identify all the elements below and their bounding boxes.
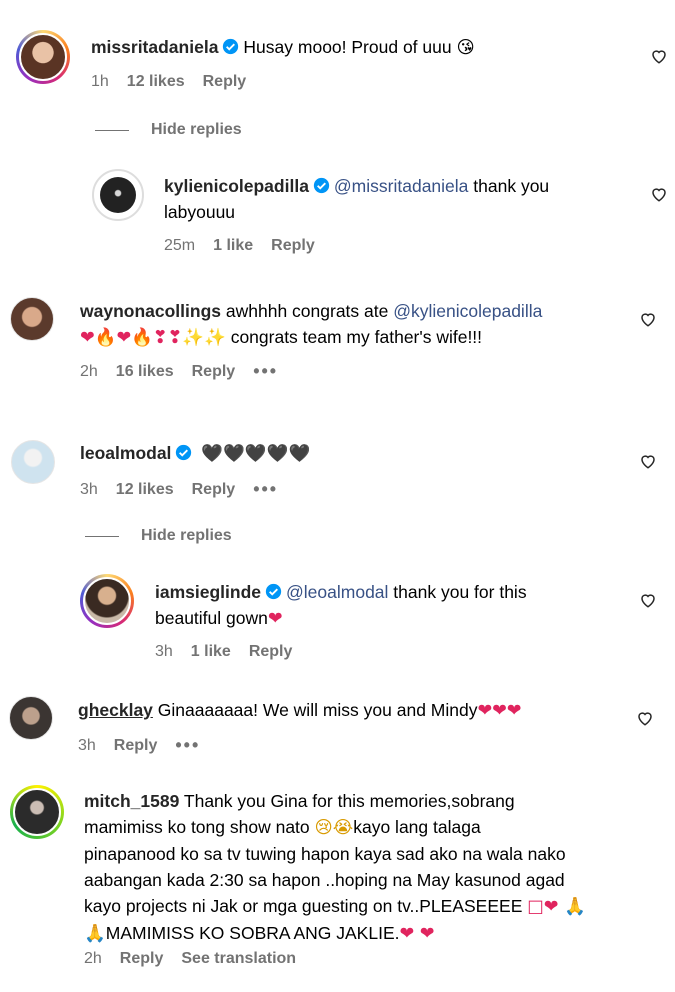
comment-text-line4: aabangan kada 2:30 sa hapon ..hoping na … — [84, 870, 565, 890]
see-translation-button[interactable]: See translation — [181, 950, 296, 968]
mention-link[interactable]: @kylienicolepadilla — [393, 301, 542, 321]
comment-text-line2: labyouuu — [164, 202, 236, 222]
comment-text: Husay mooo! Proud of uuu — [243, 37, 452, 57]
like-heart-icon[interactable] — [636, 709, 654, 727]
like-heart-icon[interactable] — [650, 47, 668, 65]
mention-link[interactable]: @leoalmodal — [286, 582, 388, 602]
comment-text-line1: Thank you Gina for this memories,sobrang — [183, 791, 515, 811]
reply-button[interactable]: Reply — [249, 643, 293, 661]
username[interactable]: iamsieglinde — [155, 582, 261, 602]
more-options-icon[interactable]: ••• — [175, 735, 200, 756]
comment-meta: 3h Reply ••• — [78, 735, 200, 756]
pray-emoji-icon: 🙏 — [84, 924, 106, 944]
verified-badge-icon — [265, 583, 282, 600]
likes-count[interactable]: 1 like — [213, 237, 253, 255]
reply-button[interactable]: Reply — [203, 73, 247, 91]
comment-text: thank you for this — [393, 582, 527, 602]
verified-badge-icon — [313, 177, 330, 194]
username[interactable]: mitch_1589 — [84, 791, 179, 811]
timestamp[interactable]: 1h — [91, 73, 109, 91]
avatar[interactable] — [10, 297, 54, 341]
like-heart-icon[interactable] — [639, 452, 657, 470]
avatar[interactable] — [10, 785, 64, 839]
comment-text-line6: MAMIMISS KO SOBRA ANG JAKLIE. — [105, 923, 400, 943]
avatar[interactable] — [80, 574, 134, 628]
timestamp[interactable]: 2h — [80, 363, 98, 381]
hide-replies-label: Hide replies — [141, 527, 232, 544]
comment-meta: 2h Reply See translation — [84, 950, 296, 968]
avatar[interactable] — [92, 169, 144, 221]
reply-button[interactable]: Reply — [192, 481, 236, 499]
comment-meta: 3h 12 likes Reply ••• — [80, 479, 278, 500]
red-hearts-emoji-icon: ❤ ❤ — [399, 924, 435, 944]
verified-badge-icon — [223, 38, 239, 55]
reply-button[interactable]: Reply — [271, 237, 315, 255]
heart-pray-emoji-icon: □❤ 🙏 — [527, 897, 586, 917]
comment-meta: 2h 16 likes Reply ••• — [80, 361, 278, 382]
timestamp[interactable]: 25m — [164, 237, 195, 255]
comment-text-line2: congrats team my father's wife!!! — [230, 327, 483, 347]
verified-badge-icon — [176, 444, 192, 461]
like-heart-icon[interactable] — [650, 185, 668, 203]
comment-body: waynonacollings awhhhh congrats ate @kyl… — [80, 298, 620, 351]
comment-text-line3: pinapanood ko sa tv tuwing hapon kaya sa… — [84, 844, 566, 864]
more-options-icon[interactable]: ••• — [253, 479, 278, 500]
timestamp[interactable]: 3h — [80, 481, 98, 499]
likes-count[interactable]: 16 likes — [116, 363, 174, 381]
reply-button[interactable]: Reply — [120, 950, 164, 968]
like-heart-icon[interactable] — [639, 591, 657, 609]
username[interactable]: missritadaniela — [91, 37, 218, 57]
comment-text-line2b: kayo lang talaga — [353, 817, 481, 837]
hide-replies-label: Hide replies — [151, 121, 242, 138]
timestamp[interactable]: 3h — [155, 643, 173, 661]
more-options-icon[interactable]: ••• — [253, 361, 278, 382]
comment-body: leoalmodal 🖤🖤🖤🖤🖤 — [80, 440, 310, 467]
hide-replies-button[interactable]: Hide replies — [95, 121, 242, 139]
comment-body: kylienicolepadilla @missritadaniela thank… — [164, 173, 604, 225]
black-hearts-emoji-icon: 🖤🖤🖤🖤🖤 — [201, 444, 311, 464]
divider-line — [95, 129, 129, 131]
comment-text-line5: kayo projects ni Jak or mga guesting on … — [84, 896, 523, 916]
timestamp[interactable]: 3h — [78, 737, 96, 755]
avatar[interactable] — [9, 696, 53, 740]
hide-replies-button[interactable]: Hide replies — [85, 527, 232, 545]
crying-emoji-icon: 😢😭 — [314, 818, 354, 838]
username[interactable]: leoalmodal — [80, 443, 171, 463]
likes-count[interactable]: 12 likes — [127, 73, 185, 91]
comment-meta: 1h 12 likes Reply — [91, 73, 246, 91]
comment-body: missritadaniela Husay mooo! Proud of uuu … — [91, 34, 475, 61]
comment-body: mitch_1589 Thank you Gina for this memor… — [84, 788, 644, 947]
comment-body: iamsieglinde @leoalmodal thank you for th… — [155, 579, 615, 632]
like-heart-icon[interactable] — [639, 310, 657, 328]
comment-text-line2: mamimiss ko tong show nato — [84, 817, 310, 837]
comment-meta: 25m 1 like Reply — [164, 237, 315, 255]
username[interactable]: gheckl­ay — [78, 700, 153, 720]
avatar[interactable] — [16, 30, 70, 84]
reply-button[interactable]: Reply — [192, 363, 236, 381]
likes-count[interactable]: 12 likes — [116, 481, 174, 499]
avatar[interactable] — [11, 440, 55, 484]
red-hearts-emoji-icon: ❤❤❤ — [477, 701, 522, 721]
username[interactable]: kylienicolepadilla — [164, 176, 309, 196]
likes-count[interactable]: 1 like — [191, 643, 231, 661]
divider-line — [85, 535, 119, 537]
timestamp[interactable]: 2h — [84, 950, 102, 968]
comment-body: gheckl­ay Ginaaaaaaa! We will miss you a… — [78, 697, 521, 724]
comment-text-line2: beautiful gown — [155, 608, 268, 628]
emoji-row-icon: ❤🔥❤🔥❣❣✨✨ — [80, 328, 226, 348]
comment-text: thank you — [473, 176, 550, 196]
comment-meta: 3h 1 like Reply — [155, 643, 292, 661]
reply-button[interactable]: Reply — [114, 737, 158, 755]
comment-text: Ginaaaaaaa! We will miss you and Mindy — [157, 700, 478, 720]
username[interactable]: waynonacollings — [80, 301, 221, 321]
red-heart-emoji-icon: ❤ — [267, 609, 283, 629]
mention-link[interactable]: @missritadaniela — [334, 176, 468, 196]
kiss-emoji-icon: 😘 — [456, 38, 475, 58]
comment-text: awhhhh congrats ate — [225, 301, 389, 321]
